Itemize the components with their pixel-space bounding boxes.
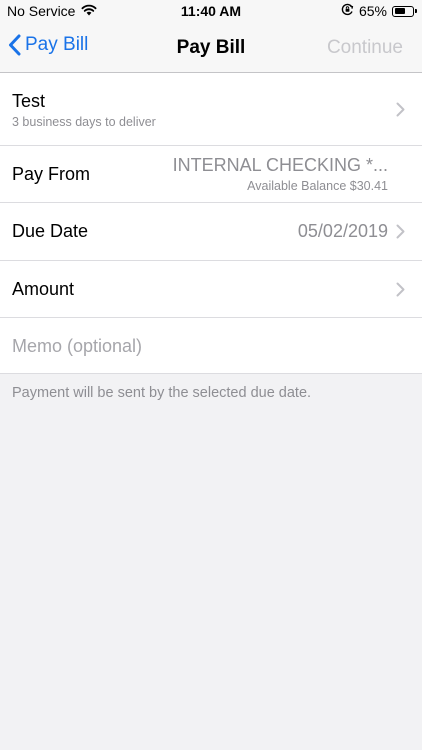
payee-delivery: 3 business days to deliver [12, 115, 156, 129]
memo-field[interactable]: Memo (optional) [0, 318, 422, 374]
continue-button[interactable]: Continue [327, 37, 403, 59]
chevron-right-icon [396, 224, 405, 239]
pay-from-account: INTERNAL CHECKING *... [172, 155, 388, 175]
memo-placeholder: Memo (optional) [12, 336, 143, 356]
status-right: 65% [341, 3, 417, 19]
status-bar: No Service 11:40 AM 65% [0, 0, 422, 24]
footer-note: Payment will be sent by the selected due… [12, 385, 312, 401]
orientation-lock-icon [341, 3, 354, 19]
amount-row[interactable]: Amount [0, 261, 422, 318]
due-date-label: Due Date [12, 221, 89, 241]
payment-form: Test 3 business days to deliver Pay From… [0, 73, 422, 374]
payee-row[interactable]: Test 3 business days to deliver [0, 73, 422, 146]
available-balance: Available Balance $30.41 [247, 179, 388, 193]
chevron-right-icon [396, 282, 405, 297]
pay-from-row[interactable]: Pay From INTERNAL CHECKING *... Availabl… [0, 146, 422, 203]
battery-fill [394, 8, 405, 14]
pay-from-label: Pay From [12, 164, 91, 184]
due-date-row[interactable]: Due Date 05/02/2019 [0, 203, 422, 261]
due-date-value: 05/02/2019 [297, 221, 388, 241]
battery-icon [392, 5, 417, 17]
payee-name: Test [12, 91, 46, 111]
battery-cap [415, 9, 417, 13]
navigation-bar: Pay Bill Pay Bill Continue [0, 24, 422, 73]
amount-label: Amount [12, 279, 75, 299]
chevron-right-icon [396, 102, 405, 117]
battery-percent: 65% [358, 3, 387, 19]
